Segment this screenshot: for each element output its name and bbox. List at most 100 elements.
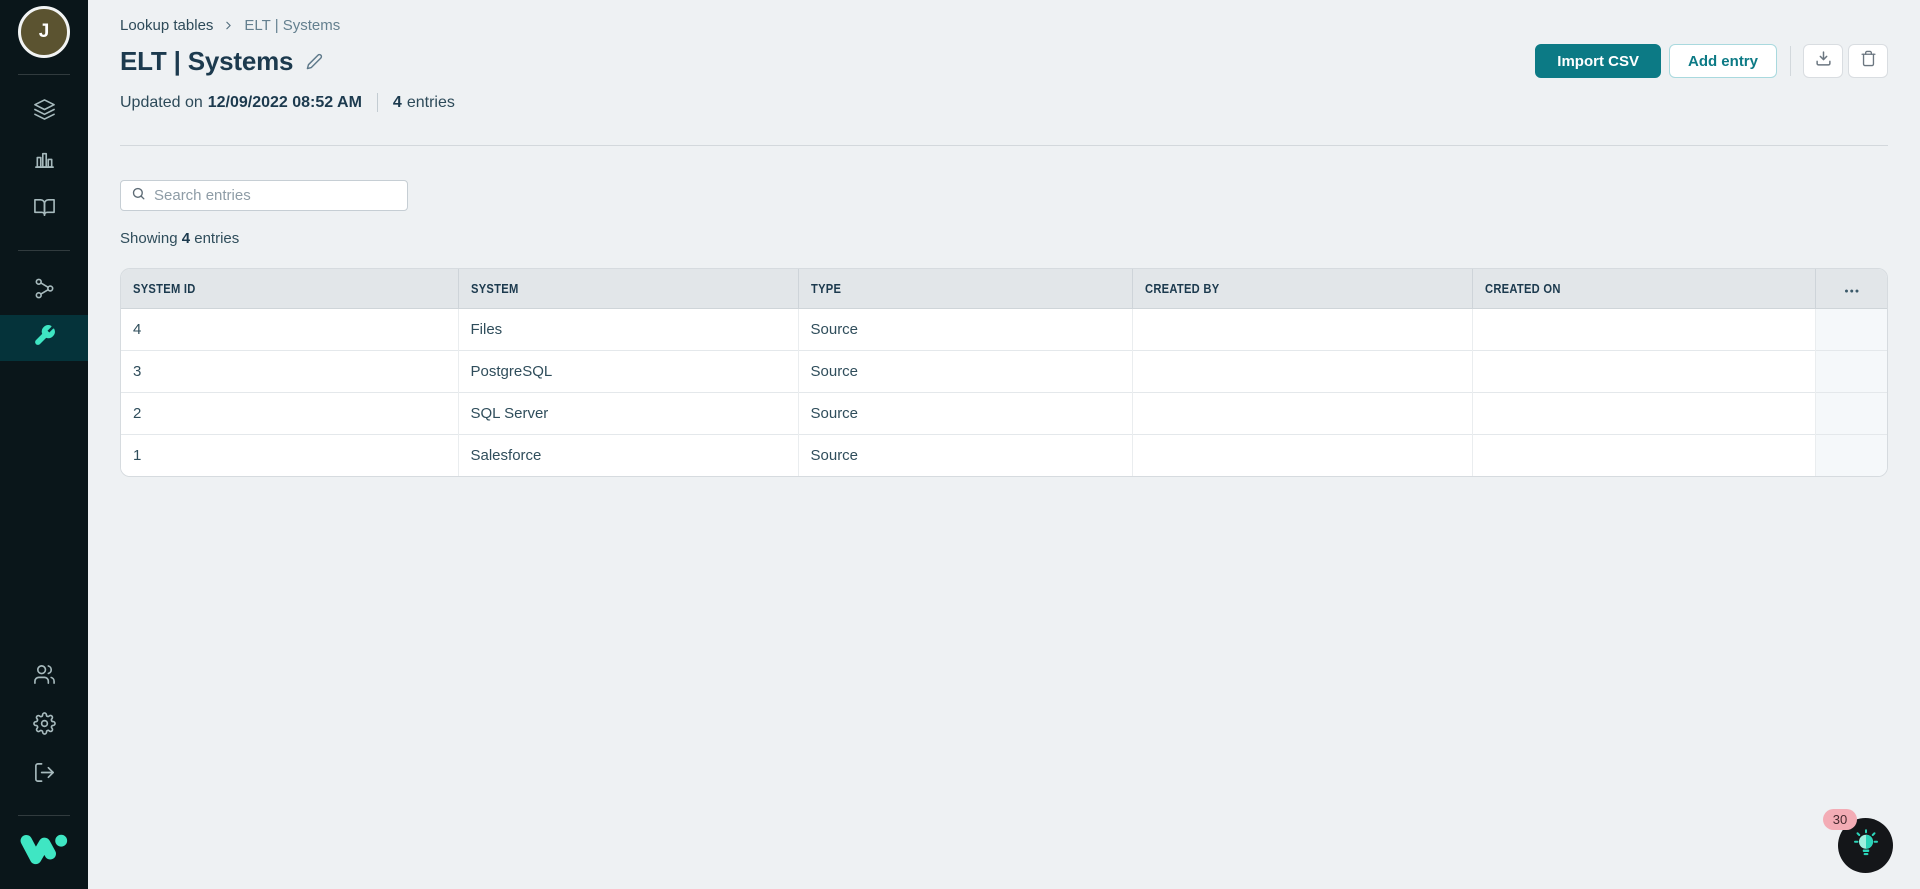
table-cell (1132, 433, 1473, 476)
updated-meta: Updated on 12/09/2022 08:52 AM 4 entries (120, 93, 1888, 112)
column-header: SYSTEM (458, 269, 799, 309)
table-cell: Salesforce (458, 433, 799, 476)
column-header-label: SYSTEM ID (133, 280, 196, 296)
table-cell-actions (1815, 433, 1887, 476)
table-cell (1132, 307, 1473, 350)
sidebar-item-data-layers[interactable] (0, 87, 88, 136)
download-table-button[interactable] (1803, 44, 1843, 78)
sidebar-nav-mid (0, 266, 88, 361)
avatar[interactable]: J (18, 6, 70, 58)
updated-label: Updated on (120, 93, 203, 111)
updated-timestamp: 12/09/2022 08:52 AM (207, 93, 362, 111)
column-header-label: TYPE (810, 280, 841, 296)
showing-count: 4 (181, 230, 191, 247)
breadcrumb: Lookup tables ELT | Systems (120, 17, 1888, 34)
table-cell (1472, 433, 1816, 476)
column-header-label: CREATED ON (1484, 280, 1561, 296)
table-cell: 4 (121, 307, 459, 350)
table-body: 4 Files Source 3 PostgreSQL Source 2 SQL Server… (121, 307, 1887, 476)
entries-count: 4 (392, 93, 402, 111)
sidebar-divider (18, 815, 70, 816)
sidebar: J (0, 0, 88, 889)
column-header-label: CREATED BY (1144, 280, 1219, 296)
sidebar-item-tools-active[interactable] (0, 315, 88, 361)
section-divider (120, 145, 1888, 146)
sidebar-item-connections[interactable] (0, 266, 88, 315)
table-head: SYSTEM ID SYSTEM TYPE CREATED BY CREATED ON ●… (121, 269, 1887, 309)
table-cell: 2 (121, 391, 459, 434)
page-title: ELT | Systems (120, 45, 294, 76)
column-header: CREATED ON (1472, 269, 1816, 309)
actions-divider (1790, 46, 1791, 76)
table-cell-actions (1815, 349, 1887, 392)
search-box (120, 180, 408, 211)
gear-icon (32, 711, 56, 740)
help-badge: 30 (1823, 809, 1857, 830)
header-actions: Import CSV Add entry (1535, 44, 1888, 78)
breadcrumb-current: ELT | Systems (244, 17, 341, 34)
download-icon (1815, 50, 1832, 72)
column-header: SYSTEM ID (121, 269, 459, 309)
column-header: CREATED BY (1132, 269, 1473, 309)
column-header-label: SYSTEM (470, 280, 519, 296)
sidebar-divider (18, 250, 70, 251)
table-cell: SQL Server (458, 391, 799, 434)
search-icon (131, 186, 146, 206)
showing-suffix: entries (194, 230, 240, 247)
layers-icon (33, 98, 56, 126)
sidebar-item-settings[interactable] (0, 701, 88, 750)
table-row[interactable]: 1 Salesforce Source (121, 433, 1887, 476)
sidebar-nav-top (0, 87, 88, 234)
entries-table: SYSTEM ID SYSTEM TYPE CREATED BY CREATED ON ●… (121, 269, 1887, 476)
sidebar-item-logout[interactable] (0, 750, 88, 799)
table-row[interactable]: 2 SQL Server Source (121, 391, 1887, 434)
table-cell: 1 (121, 433, 459, 476)
sidebar-item-users[interactable] (0, 652, 88, 701)
table-row[interactable]: 4 Files Source (121, 307, 1887, 350)
table-cell-actions (1815, 307, 1887, 350)
book-open-icon (33, 196, 56, 224)
lightbulb-icon (1851, 828, 1881, 863)
table-header-row: SYSTEM ID SYSTEM TYPE CREATED BY CREATED ON ●… (121, 269, 1887, 309)
column-actions-header[interactable]: ●●● (1815, 269, 1887, 309)
delete-table-button[interactable] (1848, 44, 1888, 78)
trash-icon (1860, 50, 1877, 72)
table-cell: PostgreSQL (458, 349, 799, 392)
help-widget-button[interactable]: 30 (1823, 809, 1893, 873)
sidebar-nav-bottom (0, 652, 88, 799)
wrench-icon (33, 324, 56, 352)
import-csv-button[interactable]: Import CSV (1535, 44, 1661, 78)
share-icon (33, 277, 56, 305)
edit-title-pencil-icon[interactable] (306, 53, 323, 70)
avatar-initial: J (38, 21, 50, 42)
meta-divider (376, 93, 378, 112)
table-cell (1472, 307, 1816, 350)
breadcrumb-parent[interactable]: Lookup tables (120, 17, 213, 34)
table-cell (1132, 349, 1473, 392)
table-cell: Source (798, 433, 1133, 476)
entries-label: entries (406, 93, 455, 111)
main-content: Lookup tables ELT | Systems ELT | System… (88, 0, 1920, 889)
table-cell (1132, 391, 1473, 434)
weld-logo[interactable] (19, 829, 69, 867)
table-cell-actions (1815, 391, 1887, 434)
ellipsis-icon: ●●● (1844, 287, 1861, 295)
sidebar-item-charts[interactable] (0, 136, 88, 185)
users-icon (33, 663, 56, 691)
table-cell: Source (798, 391, 1133, 434)
showing-summary: Showing 4 entries (120, 230, 1888, 247)
table-cell (1472, 391, 1816, 434)
chevron-right-icon (222, 19, 235, 32)
column-header: TYPE (798, 269, 1133, 309)
sidebar-divider (18, 74, 70, 75)
sidebar-item-docs[interactable] (0, 185, 88, 234)
table-cell: Source (798, 349, 1133, 392)
logout-icon (33, 761, 56, 789)
table-cell (1472, 349, 1816, 392)
title-row: ELT | Systems Import CSV Add entry (120, 44, 1888, 78)
table-row[interactable]: 3 PostgreSQL Source (121, 349, 1887, 392)
table-cell: 3 (121, 349, 459, 392)
search-input[interactable] (154, 187, 397, 204)
add-entry-button[interactable]: Add entry (1668, 44, 1777, 78)
entries-table-container: SYSTEM ID SYSTEM TYPE CREATED BY CREATED ON ●… (120, 268, 1888, 477)
